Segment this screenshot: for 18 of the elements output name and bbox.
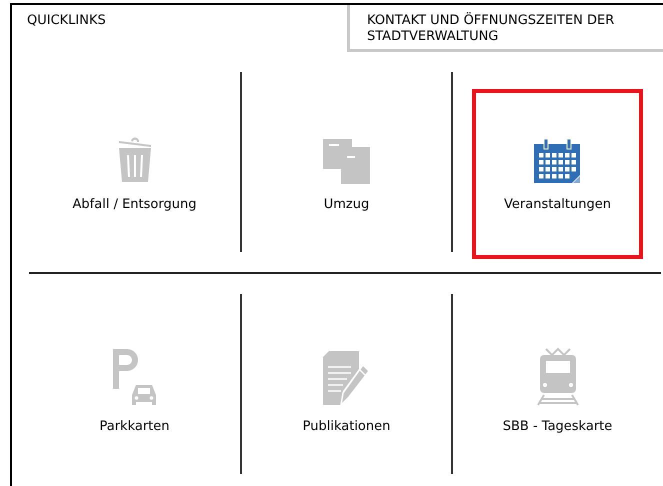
tab[interactable]: KONTAKT UND ÖFFNUNGSZEITEN DER STADTVERWALTUNG xyxy=(347,5,663,52)
quicklink-tile[interactable]: Veranstaltungen xyxy=(472,89,643,259)
parking-car-icon xyxy=(110,349,158,407)
tile-label: Veranstaltungen xyxy=(504,196,611,214)
calendar-icon xyxy=(534,139,582,185)
tile-label: Umzug xyxy=(324,196,370,214)
quicklink-tile[interactable]: Umzug xyxy=(261,89,432,259)
tile-label: Abfall / Entsorgung xyxy=(72,196,196,214)
tile-label: Parkkarten xyxy=(99,418,170,436)
quicklink-tile[interactable]: Parkkarten xyxy=(49,311,220,481)
quicklink-tile[interactable]: Abfall / Entsorgung xyxy=(49,89,220,259)
train-icon xyxy=(536,347,580,407)
document-pencil-icon xyxy=(322,351,370,407)
tile-label: Publikationen xyxy=(302,418,390,436)
quicklink-tile[interactable]: Publikationen xyxy=(261,311,432,481)
documents-icon xyxy=(322,139,370,185)
tile-label: SBB - Tageskarte xyxy=(502,418,612,436)
quicklink-tile[interactable]: SBB - Tageskarte xyxy=(472,311,643,481)
